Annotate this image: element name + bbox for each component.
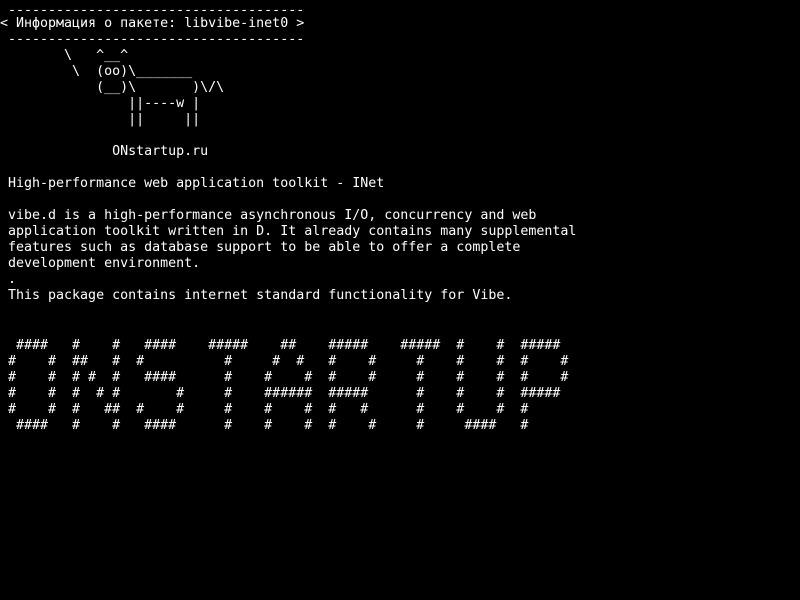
package-description-line: This package contains internet standard … bbox=[0, 288, 513, 303]
package-summary: High-performance web application toolkit… bbox=[0, 176, 385, 191]
banner-line: # # # # # # # ###### ##### # # # ##### bbox=[0, 386, 561, 401]
package-description-line: application toolkit written in D. It alr… bbox=[0, 224, 577, 239]
banner-line: #### # # #### # # # # # # #### # bbox=[0, 418, 529, 433]
ascii-cow-line: || || bbox=[0, 112, 201, 127]
bubble-bottom-border: ------------------------------------- bbox=[0, 32, 305, 47]
banner-line: # # # # # #### # # # # # # # # # # bbox=[0, 370, 569, 385]
ascii-cow-line: ||----w | bbox=[0, 96, 201, 111]
bubble-title: < Информация о пакете: libvibe-inet0 > bbox=[0, 16, 305, 31]
site-caption: ONstartup.ru bbox=[0, 144, 209, 159]
banner-line: # # ## # # # # # # # # # # # # bbox=[0, 354, 569, 369]
ascii-cow-line: \ ^__^ bbox=[0, 48, 129, 63]
ascii-cow-line: \ (oo)\_______ bbox=[0, 64, 193, 79]
package-description-line: vibe.d is a high-performance asynchronou… bbox=[0, 208, 537, 223]
package-description-line: development environment. bbox=[0, 256, 201, 271]
ascii-cow-line: (__)\ )\/\ bbox=[0, 80, 225, 95]
package-description-line: features such as database support to be … bbox=[0, 240, 521, 255]
banner-line: #### # # #### ##### ## ##### ##### # # #… bbox=[0, 338, 561, 353]
terminal-screen: ------------------------------------- < … bbox=[0, 0, 800, 600]
package-description-line: . bbox=[0, 272, 17, 287]
banner-line: # # # ## # # # # # # # # # # # bbox=[0, 402, 529, 417]
